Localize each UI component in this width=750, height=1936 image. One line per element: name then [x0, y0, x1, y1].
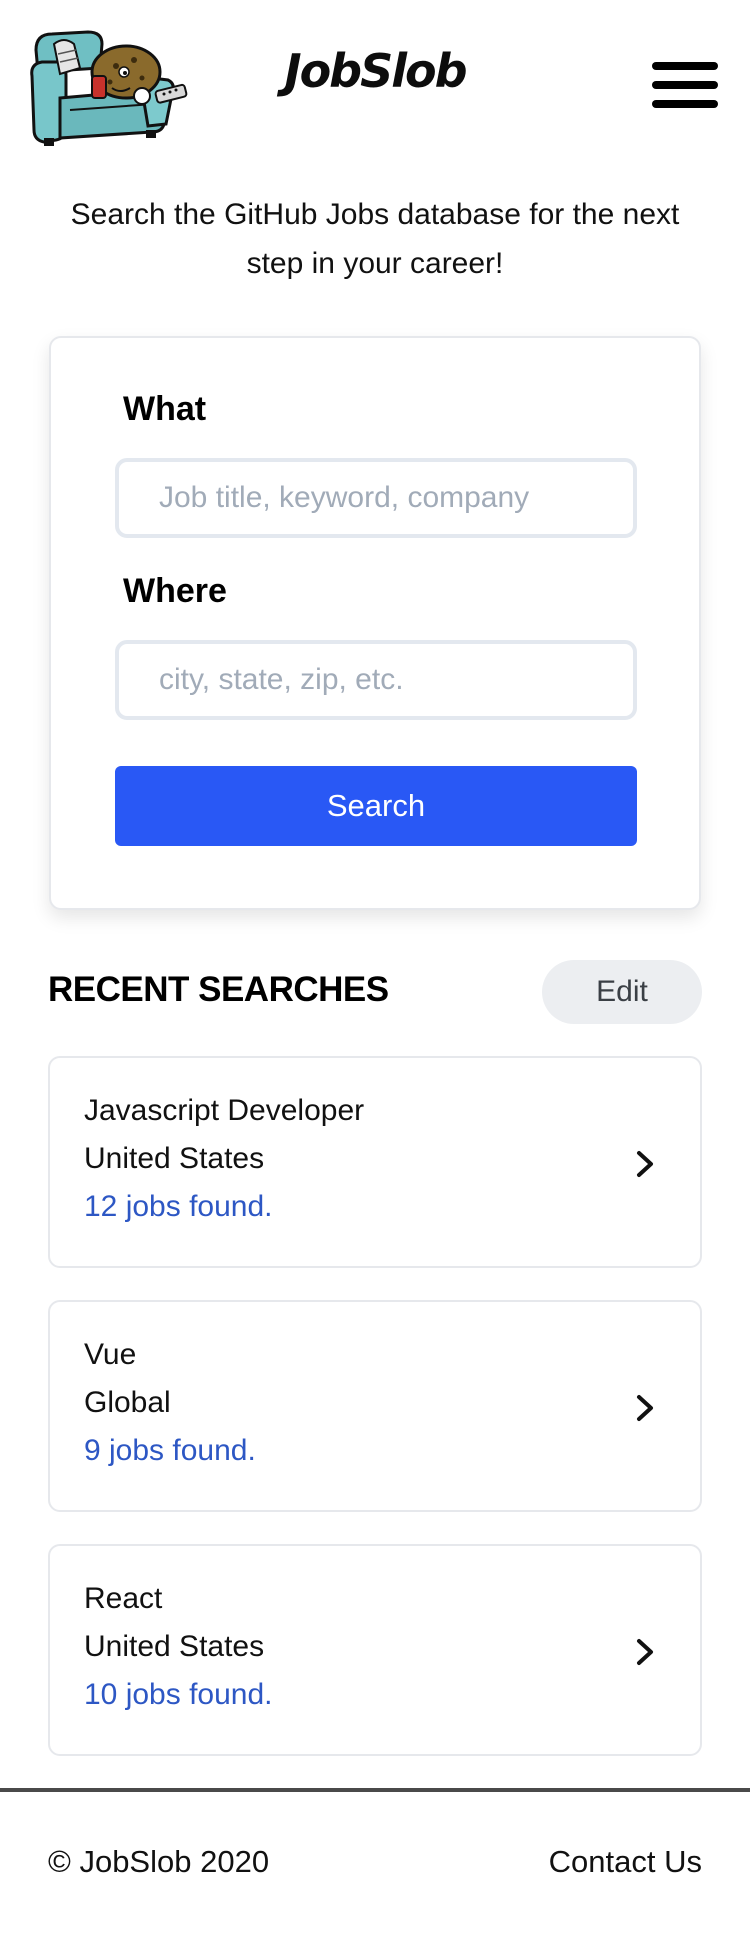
intro-text: Search the GitHub Jobs database for the …	[70, 198, 680, 280]
recent-search-item[interactable]: Javascript Developer United States 12 jo…	[48, 1056, 702, 1268]
chevron-right-icon	[637, 1151, 653, 1177]
recent-searches-title: RECENT SEARCHES	[48, 970, 389, 1009]
footer-divider	[0, 1788, 750, 1792]
recent-search-count: 12 jobs found.	[84, 1190, 273, 1223]
recent-search-location: United States	[84, 1142, 265, 1175]
search-card: What Where Search	[49, 336, 701, 910]
what-label: What	[123, 390, 207, 428]
menu-bar	[652, 62, 718, 70]
recent-search-item[interactable]: React United States 10 jobs found.	[48, 1544, 702, 1756]
contact-us-link[interactable]: Contact Us	[549, 1844, 702, 1880]
what-input[interactable]	[115, 458, 637, 538]
search-button[interactable]: Search	[115, 766, 637, 846]
recent-search-query: Javascript Developer	[84, 1094, 365, 1127]
site-header: JobSlob	[0, 0, 750, 160]
recent-search-count: 9 jobs found.	[84, 1434, 256, 1467]
recent-search-location: Global	[84, 1386, 171, 1419]
where-label: Where	[123, 572, 227, 610]
chevron-right-icon	[637, 1395, 653, 1421]
recent-search-item[interactable]: Vue Global 9 jobs found.	[48, 1300, 702, 1512]
chevron-right-icon	[637, 1639, 653, 1665]
hamburger-menu-icon[interactable]	[652, 62, 718, 108]
copyright-text: © JobSlob 2020	[48, 1844, 270, 1879]
brand-title[interactable]: JobSlob	[0, 44, 750, 98]
recent-search-query: React	[84, 1582, 163, 1615]
menu-bar	[652, 100, 718, 108]
edit-button[interactable]: Edit	[542, 960, 702, 1024]
recent-search-location: United States	[84, 1630, 265, 1663]
where-input[interactable]	[115, 640, 637, 720]
menu-bar	[652, 81, 718, 89]
recent-search-query: Vue	[84, 1338, 137, 1371]
recent-search-count: 10 jobs found.	[84, 1678, 273, 1711]
